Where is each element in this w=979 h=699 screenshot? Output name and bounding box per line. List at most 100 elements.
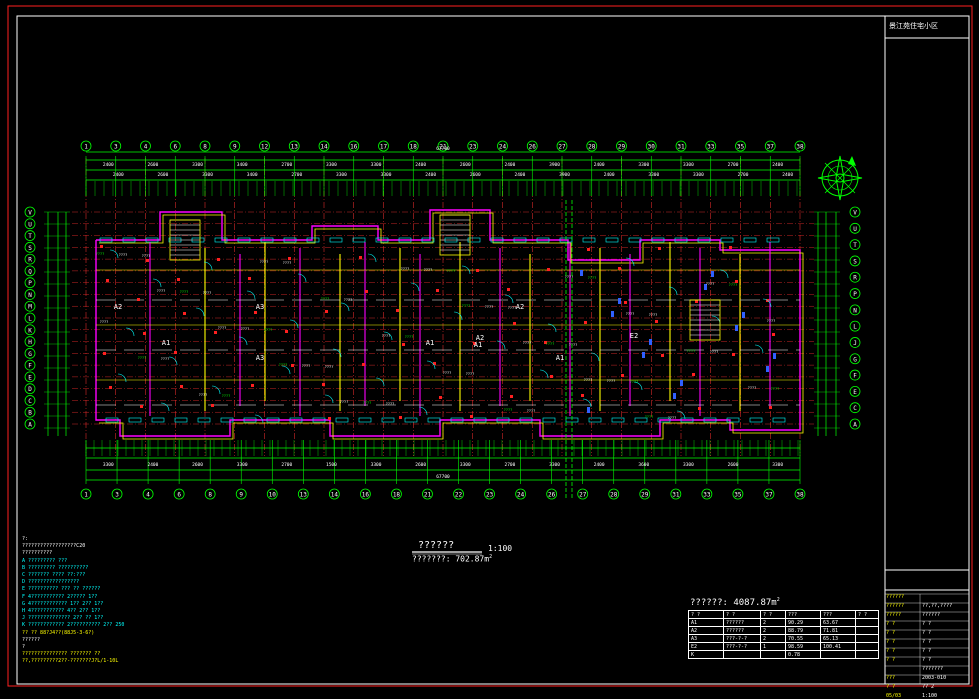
dimension-text-bottom: 2600 <box>728 462 739 468</box>
axis-label-top: 18 <box>410 144 418 151</box>
note-line: J ?????????????? 2?? ?? 1?? <box>22 615 104 622</box>
dimension-text-bottom: 1500 <box>326 462 337 468</box>
dimension-text-top: 3300 <box>683 162 694 168</box>
structural-column <box>248 277 251 280</box>
structural-column <box>140 405 143 408</box>
room-annotation: ???? <box>321 297 329 301</box>
room-annotation: ???? <box>630 380 638 384</box>
room-annotation: ???? <box>668 416 676 420</box>
structural-column <box>618 267 621 270</box>
room-annotation: ???? <box>748 386 756 390</box>
window <box>197 417 211 423</box>
room-annotation: ???? <box>424 268 432 272</box>
axis-label-left: C <box>28 398 32 405</box>
structural-column <box>211 404 214 407</box>
window <box>128 417 142 423</box>
note-line: C ??????? ???? ??:??? <box>22 572 86 579</box>
floor-plan: 1 3 4 6 8 9 12 13 14 16 17 18 21 23 24 26 27 28 29 30 31 33 35… <box>24 140 861 500</box>
unit-table-cell: K <box>688 650 724 659</box>
unit-table-cell: A2 <box>688 626 724 635</box>
unit-table-cell: 88.79 <box>785 626 821 635</box>
title-block-row: ?????? <box>886 594 966 600</box>
dimension-text-bottom: 3300 <box>237 462 248 468</box>
axis-label-bottom: 28 <box>610 492 618 499</box>
table-row: A1?????? 2 90.29 63.67 <box>688 618 879 627</box>
door-swing <box>410 282 420 292</box>
note-line: G 4???????????? 1?? 2?? 1?? <box>22 600 104 607</box>
axis-label-top: 9 <box>233 144 237 151</box>
axis-label-top: 17 <box>380 144 388 151</box>
room-type-label: A2 <box>516 303 524 311</box>
title-block-row: ? ? ?? 2 <box>886 684 966 690</box>
axis-label-left: L <box>28 316 32 323</box>
axis-label-top: 1 <box>84 144 88 151</box>
structural-column <box>285 330 288 333</box>
dimension-text-top: 2400 <box>505 162 516 168</box>
window <box>588 417 602 423</box>
axis-label-top: 38 <box>796 144 804 151</box>
unit-table-cell <box>855 626 879 635</box>
axis-label-left: E <box>28 374 32 381</box>
axis-label-bottom: 9 <box>239 492 243 499</box>
total-area: ??????: 4087.87m2 <box>690 597 780 608</box>
structural-column <box>470 415 473 418</box>
dimension-text-bottom: 2400 <box>594 462 605 468</box>
axis-label-left: Q <box>28 268 32 275</box>
structural-column <box>100 245 103 248</box>
room-annotation: ???? <box>241 327 249 331</box>
axis-label-bottom: 35 <box>734 492 742 499</box>
structural-column <box>288 257 291 260</box>
unit-table-cell: 71.81 <box>820 626 856 635</box>
table-row: A2?????? 2 88.79 71.81 <box>688 626 879 635</box>
dimension-text-bottom: 3600 <box>638 462 649 468</box>
room-annotation: ???? <box>462 304 470 308</box>
axis-label-left: M <box>28 304 32 311</box>
structural-column <box>695 300 698 303</box>
dimension-text-top: 2400 <box>772 162 783 168</box>
unit-table-cell: 98.59 <box>785 642 821 651</box>
window <box>611 417 625 423</box>
structural-column <box>510 395 513 398</box>
unit-table-cell: A1 <box>688 618 724 627</box>
title-block-value: ?? 2 <box>922 684 935 690</box>
structural-column <box>621 374 624 377</box>
unit-table-header-cell: ? ? <box>723 610 761 619</box>
dimension-text-top: 2600 <box>470 172 481 178</box>
structural-column <box>146 259 149 262</box>
unit-table-header-cell: ??? <box>785 610 821 619</box>
room-annotation: ???? <box>199 393 207 397</box>
title-block: 景江苑住宅小区 ??????????????,??,??????????????… <box>885 18 967 699</box>
axis-label-bottom: 22 <box>455 492 463 499</box>
door-swing <box>160 402 170 412</box>
axis-label-right: L <box>853 324 857 331</box>
axis-label-bottom: 31 <box>672 492 680 499</box>
structural-column <box>624 301 627 304</box>
room-annotation: ???? <box>607 379 615 383</box>
general-notes: ?: ??????????????????C20?????????? A ?????… <box>22 536 262 666</box>
title-block-value: ?????? <box>922 612 941 618</box>
title-block-row: 05/03 1:100 <box>886 693 966 699</box>
axis-label-right: F <box>853 373 857 380</box>
title-block-row: ? ? ? ? <box>886 621 966 627</box>
unit-table-cell <box>855 634 879 643</box>
room-annotation: ???? <box>485 305 493 309</box>
structural-column <box>180 385 183 388</box>
structural-column <box>698 407 701 410</box>
title-block-row: ????????,??,???? <box>886 603 966 609</box>
window <box>352 237 366 243</box>
window <box>628 237 642 243</box>
structural-column <box>399 416 402 419</box>
room-annotation: ???? <box>706 282 714 286</box>
dimension-text-bottom: 3300 <box>460 462 471 468</box>
axis-label-bottom: 37 <box>765 492 773 499</box>
note-line: B ????????? ?????????? <box>22 564 89 571</box>
unit-table-cell: E2 <box>688 642 724 651</box>
dimension-text-bottom: 3300 <box>103 462 114 468</box>
room-annotation: ???? <box>649 313 657 317</box>
dimension-text-bottom: 2600 <box>192 462 203 468</box>
title-block-value: ??????? <box>922 666 944 672</box>
structural-column <box>137 298 140 301</box>
structural-column <box>322 383 325 386</box>
door-swing <box>168 356 178 366</box>
room-type-label: A3 <box>256 303 264 311</box>
